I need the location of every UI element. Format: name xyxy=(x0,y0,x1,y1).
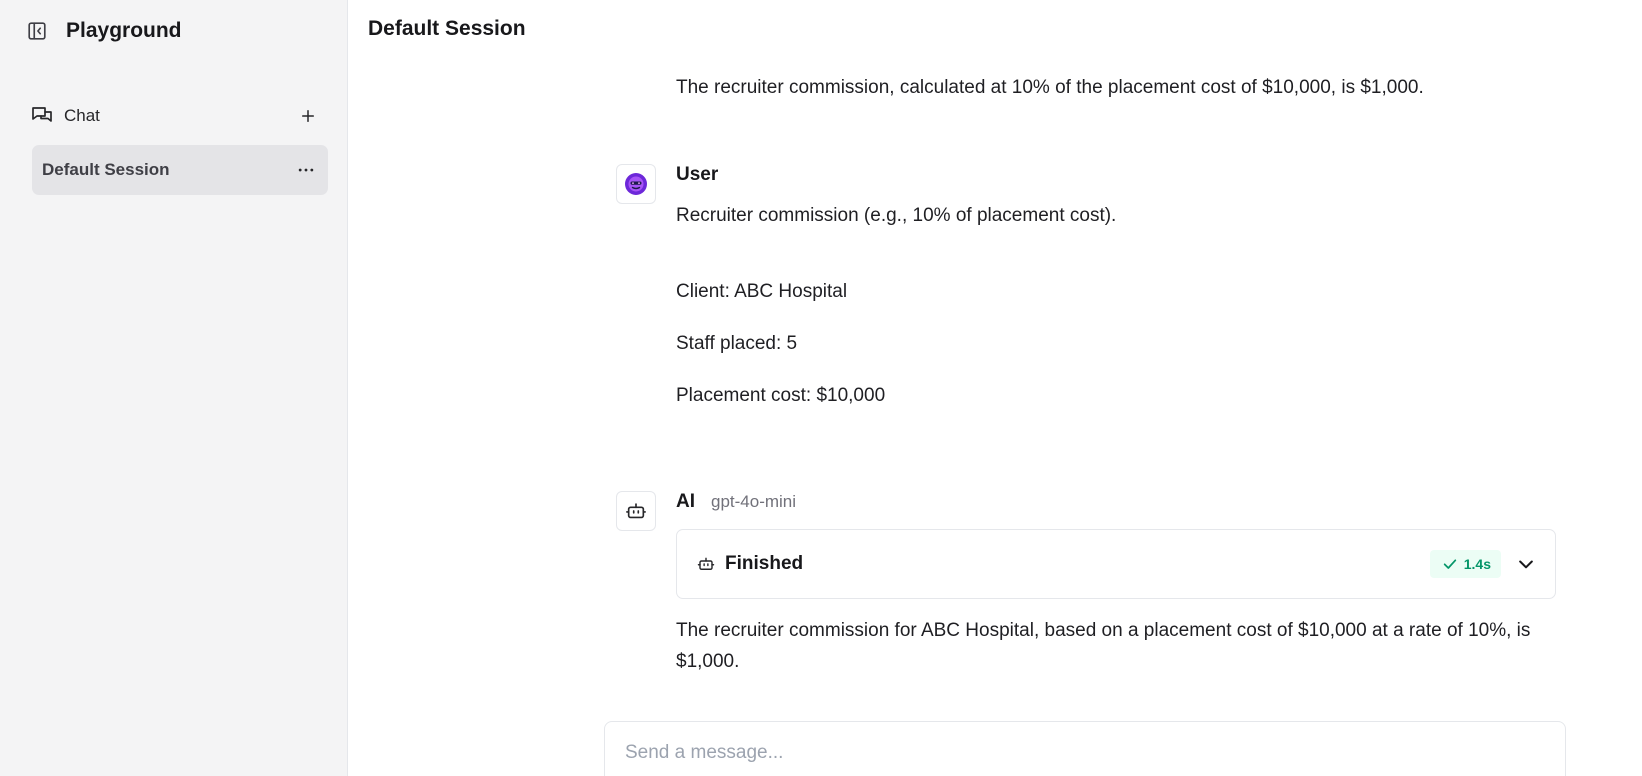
sidebar: Playground Chat Default Session xyxy=(0,0,348,776)
more-horizontal-icon xyxy=(298,168,314,172)
tool-step-meta: 1.4s xyxy=(1429,550,1537,578)
timing-value: 1.4s xyxy=(1463,556,1491,572)
user-message-line: Recruiter commission (e.g., 10% of place… xyxy=(676,205,1117,226)
user-message-line: Placement cost: $10,000 xyxy=(676,385,886,406)
sidebar-item-chat[interactable]: Chat xyxy=(30,100,320,132)
tool-step-title: Finished xyxy=(697,553,803,575)
messages-icon xyxy=(32,107,52,122)
chat-main: Default Session The recruiter commission… xyxy=(348,0,1642,776)
plus-icon xyxy=(302,110,314,122)
expand-tool-step-button[interactable] xyxy=(1515,553,1537,575)
session-label: Default Session xyxy=(42,160,170,179)
page-title: Default Session xyxy=(368,17,526,40)
ai-answer-text: The recruiter commission for ABC Hospita… xyxy=(676,620,1531,672)
message-header: AI gpt-4o-mini xyxy=(676,491,1562,517)
avatar xyxy=(616,164,656,204)
tool-step-status: Finished xyxy=(725,553,804,574)
message-header: User xyxy=(676,164,1562,190)
sidebar-toggle-button[interactable] xyxy=(24,18,50,44)
bot-icon xyxy=(697,557,715,570)
message-composer xyxy=(604,721,1566,776)
model-name: gpt-4o-mini xyxy=(711,492,797,511)
chevron-down-icon xyxy=(1519,560,1533,569)
new-chat-button[interactable] xyxy=(296,104,320,128)
user-message-body: User Recruiter commission (e.g., 10% of … xyxy=(676,164,1562,411)
user-avatar-icon xyxy=(625,173,647,195)
avatar xyxy=(616,491,656,531)
sidebar-header: Playground xyxy=(24,18,182,44)
session-menu-button[interactable] xyxy=(294,158,318,182)
check-icon xyxy=(1443,559,1456,569)
sidebar-item-chat-group: Chat xyxy=(30,104,100,128)
ai-message-body: AI gpt-4o-mini Finished 1.4s The recruit… xyxy=(676,491,1562,677)
app-root: Playground Chat Default Session Default … xyxy=(0,0,1642,776)
timing-badge: 1.4s xyxy=(1429,550,1501,578)
message-input[interactable] xyxy=(605,722,1565,776)
sidebar-item-default-session[interactable]: Default Session xyxy=(32,145,328,195)
user-message-line: Client: ABC Hospital xyxy=(676,281,848,302)
tool-step-card[interactable]: Finished 1.4s xyxy=(676,529,1556,599)
panel-left-icon xyxy=(28,22,46,40)
sidebar-item-label: Chat xyxy=(64,106,100,125)
message-role: User xyxy=(676,164,719,185)
user-message-line: Staff placed: 5 xyxy=(676,333,798,354)
message-role: AI xyxy=(676,491,695,512)
app-title: Playground xyxy=(66,19,182,42)
previous-ai-message: The recruiter commission, calculated at … xyxy=(676,77,1424,98)
bot-icon xyxy=(626,503,646,519)
